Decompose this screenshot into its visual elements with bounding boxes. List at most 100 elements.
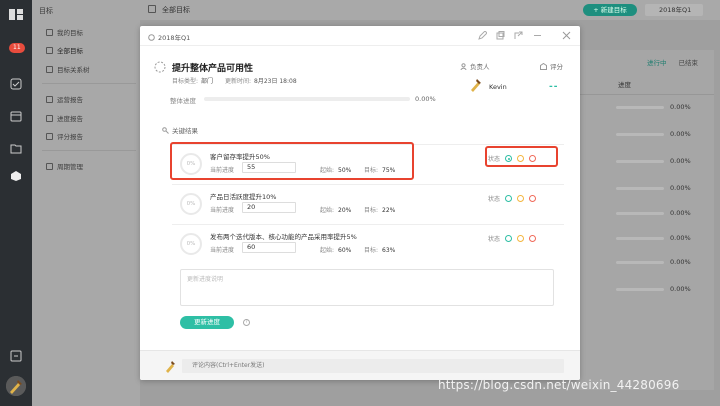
sidebar-item-goal-tree[interactable]: 目标关系树	[46, 64, 90, 74]
modal-quarter: 2018年Q1	[148, 32, 190, 42]
goal-type-label: 目标类型:	[172, 78, 199, 85]
notification-badge[interactable]: 11	[9, 43, 25, 53]
status-red-radio[interactable]	[529, 195, 537, 202]
status-yellow-radio[interactable]	[517, 235, 525, 242]
highlight-box-key-result	[170, 142, 414, 180]
side-menu: 目标 我的目标 全部目标 目标关系树 运营报告 进度报告 评分报告 周期管理	[32, 0, 140, 406]
score-report-icon	[46, 132, 53, 140]
grid-icon	[46, 46, 53, 54]
update-progress-button[interactable]: 更新进度	[180, 316, 234, 329]
overall-progress-pct: 0.00%	[415, 95, 436, 103]
kr-name[interactable]: 发布两个迭代版本、核心功能的产品采用率提升5%	[210, 231, 357, 241]
copy-icon[interactable]	[496, 31, 505, 40]
page-title: 全部目标	[162, 6, 190, 14]
help-icon[interactable]: ?	[243, 319, 250, 326]
settings-icon[interactable]	[10, 350, 22, 362]
okr-icon[interactable]	[10, 170, 22, 182]
goal-progress-bar	[616, 261, 664, 264]
tab-finished[interactable]: 已结束	[679, 59, 699, 67]
sidebar-item-progress-report[interactable]: 进度报告	[46, 113, 83, 123]
new-goal-button[interactable]: + 新建目标	[583, 4, 637, 16]
goal-progress-pct: 0.00%	[670, 209, 691, 217]
goal-list-icon	[148, 5, 156, 13]
objective-icon	[154, 61, 166, 73]
status-red-radio[interactable]	[529, 235, 537, 242]
kr-status-label: 状态	[488, 236, 501, 243]
progress-note-textarea[interactable]: 更新进度说明	[180, 269, 554, 306]
goal-progress-pct: 0.00%	[670, 258, 691, 266]
modal-quarter-label: 2018年Q1	[158, 34, 191, 42]
kr-status-label: 状态	[488, 196, 501, 203]
goal-title: 提升整体产品可用性	[172, 64, 254, 74]
app-rail: 11	[0, 0, 32, 406]
goal-progress-bar	[616, 212, 664, 215]
goal-progress-bar	[616, 288, 664, 291]
divider	[42, 83, 136, 84]
key-icon	[162, 126, 169, 134]
sidebar-item-score-report[interactable]: 评分报告	[46, 131, 83, 141]
kr-name[interactable]: 产品日活跃度提升10%	[210, 191, 276, 201]
kr-status: 状态	[488, 194, 537, 203]
more-icon[interactable]	[533, 31, 542, 40]
sidebar-item-cycle-management[interactable]: 周期管理	[46, 161, 83, 171]
kr-current-label: 当前进度	[210, 247, 235, 254]
status-green-radio[interactable]	[505, 235, 513, 242]
calendar-icon[interactable]	[10, 110, 22, 122]
goal-progress-pct: 0.00%	[670, 234, 691, 242]
owner-label-text: 负责人	[470, 63, 490, 71]
goal-progress-bar	[616, 160, 664, 163]
goal-progress-bar	[616, 106, 664, 109]
tab-in-progress[interactable]: 进行中	[647, 59, 667, 67]
sidebar-item-all-goals[interactable]: 全部目标	[46, 45, 83, 55]
goal-progress-pct: 0.00%	[670, 285, 691, 293]
report-icon	[46, 95, 53, 103]
highlight-box-status	[485, 146, 558, 167]
status-yellow-radio[interactable]	[517, 195, 525, 202]
goal-detail-modal: 2018年Q1 提升整体产品可用性 目标类型: 部门 更新时间: 8月23日 18:…	[140, 26, 580, 380]
status-green-radio[interactable]	[505, 195, 513, 202]
commenter-avatar	[166, 361, 175, 373]
overall-progress-label: 整体进度	[170, 97, 196, 105]
kr-status: 状态	[488, 234, 537, 243]
goal-progress-pct: 0.00%	[670, 184, 691, 192]
close-icon[interactable]	[562, 31, 571, 40]
check-icon[interactable]	[10, 78, 22, 90]
kr-target: 目标: 22%	[364, 207, 396, 214]
status-tabs: 进行中 已结束	[647, 57, 710, 67]
kr-start: 起始: 20%	[320, 207, 352, 214]
kr-current-input[interactable]: 60	[242, 242, 296, 253]
owner-avatar[interactable]	[468, 76, 484, 92]
kr-start: 起始: 60%	[320, 247, 352, 254]
owner-label: 负责人	[460, 61, 490, 71]
tree-icon	[46, 65, 53, 73]
divider	[42, 150, 136, 151]
user-avatar[interactable]	[6, 376, 26, 396]
kr-target: 目标: 63%	[364, 247, 396, 254]
score-icon	[540, 62, 547, 70]
progress-column-header: 进度	[618, 81, 631, 89]
owner-name: Kevin	[489, 83, 507, 91]
folder-icon[interactable]	[10, 142, 22, 154]
side-menu-title: 目标	[39, 7, 53, 15]
key-result-row: 0% 产品日活跃度提升10% 当前进度 20 起始: 20% 目标: 22% 状态	[172, 184, 564, 224]
app-logo-icon	[9, 9, 23, 20]
sidebar-item-my-goals[interactable]: 我的目标	[46, 27, 83, 37]
kr-progress-ring: 0%	[180, 193, 202, 215]
goal-list-panel	[576, 50, 714, 390]
edit-icon[interactable]	[478, 31, 487, 40]
key-results-label-text: 关键结果	[172, 127, 198, 135]
quarter-select[interactable]: 2018年Q1	[645, 4, 703, 16]
person-icon	[460, 62, 467, 70]
key-results-label: 关键结果	[162, 125, 198, 135]
goal-progress-bar	[616, 237, 664, 240]
kr-current-input[interactable]: 20	[242, 202, 296, 213]
score-label: 评分	[540, 61, 563, 71]
top-bar: 全部目标 + 新建目标 2018年Q1	[140, 0, 720, 20]
goal-type-value: 部门	[201, 78, 214, 85]
sidebar-item-ops-report[interactable]: 运营报告	[46, 94, 83, 104]
comment-bar: 评论内容(Ctrl+Enter发送)	[140, 350, 580, 380]
comment-input[interactable]: 评论内容(Ctrl+Enter发送)	[182, 359, 564, 373]
score-value[interactable]: --	[549, 82, 558, 92]
share-icon[interactable]	[514, 31, 523, 40]
kr-progress-ring: 0%	[180, 233, 202, 255]
